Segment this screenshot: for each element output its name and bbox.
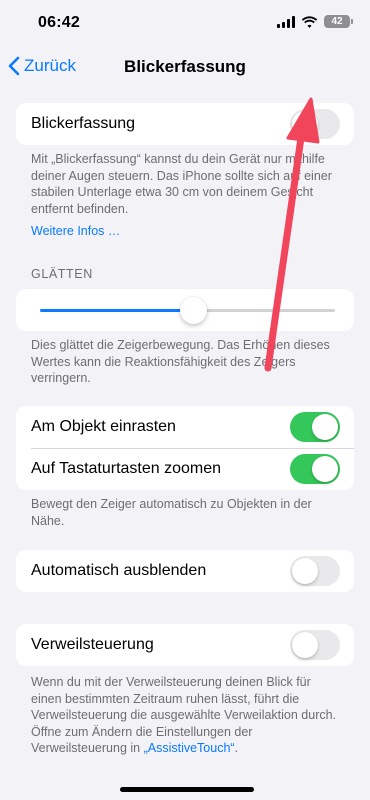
toggle-knob [312,414,338,440]
snap-description: Bewegt den Zeiger automatisch zu Objekte… [31,497,312,528]
slider-thumb[interactable] [179,297,207,324]
dwell-row[interactable]: Verweilsteuerung [16,624,354,666]
snap-to-item-row[interactable]: Am Objekt einrasten [16,406,354,448]
eye-tracking-label: Blickerfassung [31,115,136,132]
snap-to-item-toggle[interactable] [290,412,340,442]
page-title: Blickerfassung [124,57,246,76]
zoom-keyboard-label: Auf Tastaturtasten zoomen [31,460,222,477]
dwell-label: Verweilsteuerung [31,636,154,653]
wifi-icon [301,15,318,28]
battery-icon: 42 [324,15,353,28]
dwell-description-suffix: . [234,741,239,755]
smoothing-group [16,289,354,331]
status-time: 06:42 [38,14,80,31]
auto-hide-toggle[interactable] [290,556,340,586]
dwell-toggle[interactable] [290,630,340,660]
eye-tracking-toggle[interactable] [290,109,340,139]
auto-hide-row[interactable]: Automatisch ausblenden [16,550,354,592]
slider-fill [40,309,194,312]
toggle-knob [292,632,318,658]
smoothing-header: GLÄTTEN [31,267,93,281]
more-info-link[interactable]: Weitere Infos … [31,223,120,240]
toggle-knob [292,111,318,137]
toggle-knob [292,558,318,584]
signal-icon [277,15,295,28]
snap-group: Am Objekt einrasten Auf Tastaturtasten z… [16,406,354,490]
dwell-group: Verweilsteuerung [16,624,354,666]
zoom-keyboard-row[interactable]: Auf Tastaturtasten zoomen [16,448,354,490]
eye-tracking-description: Mit „Blickerfassung“ kannst du dein Gerä… [31,152,332,216]
smoothing-slider[interactable] [40,297,335,324]
nav-bar: Zurück Blickerfassung [0,48,370,88]
assistivetouch-link[interactable]: „AssistiveTouch“ [144,741,235,755]
home-indicator [120,787,254,792]
eye-tracking-row[interactable]: Blickerfassung [16,103,354,145]
auto-hide-label: Automatisch ausblenden [31,562,207,579]
battery-level: 42 [331,16,343,27]
toggle-knob [312,456,338,482]
smoothing-description: Dies glättet die Zeigerbewegung. Das Erh… [31,338,330,385]
status-icons: 42 [277,15,353,28]
auto-hide-group: Automatisch ausblenden [16,550,354,592]
dwell-description: Wenn du mit der Verweilsteuerung deinen … [31,674,341,757]
zoom-keyboard-toggle[interactable] [290,454,340,484]
snap-to-item-label: Am Objekt einrasten [31,418,176,435]
eye-tracking-group: Blickerfassung [16,103,354,145]
status-bar: 06:42 42 [0,0,370,48]
